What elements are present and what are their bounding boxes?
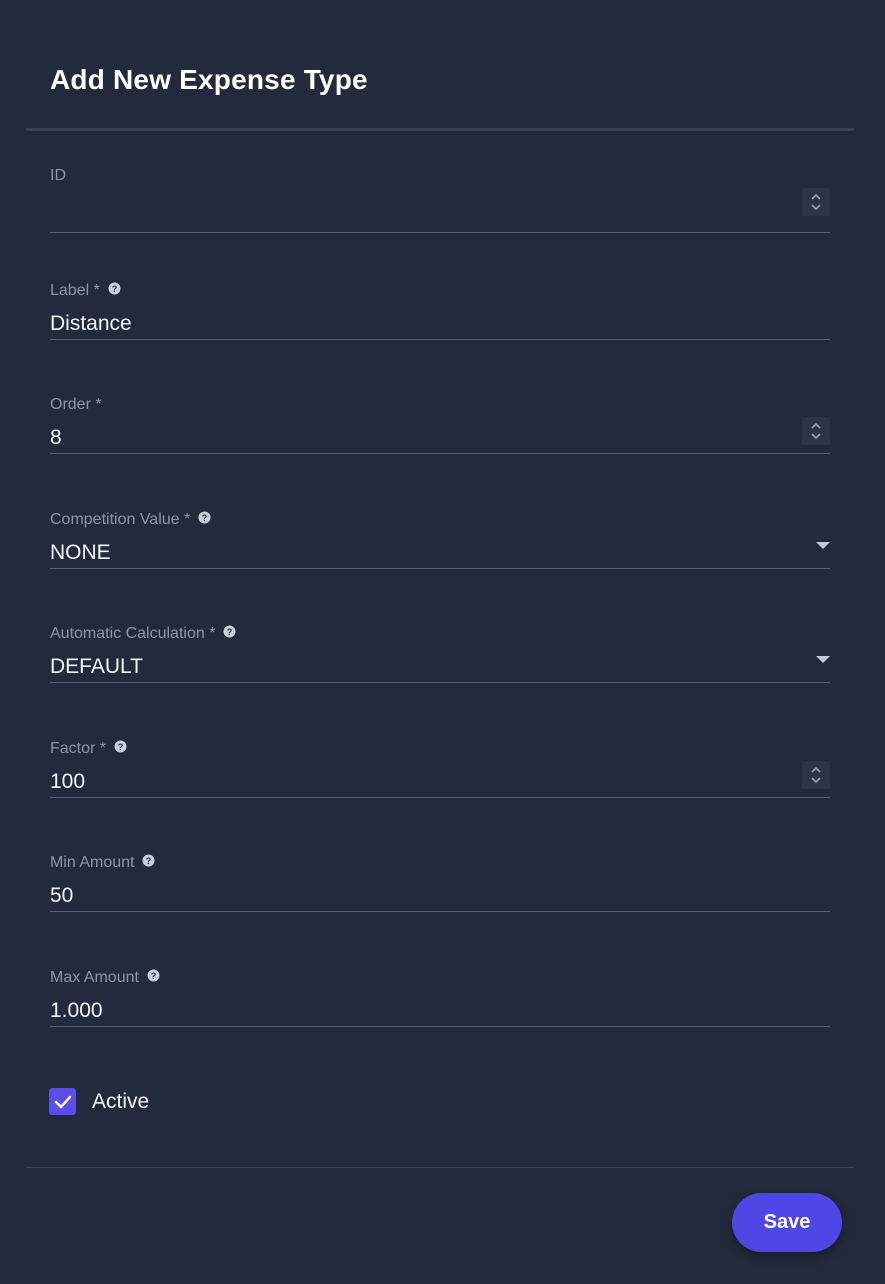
active-checkbox-row[interactable]: Active	[49, 1088, 149, 1115]
chevron-up-down-icon	[811, 422, 821, 440]
svg-text:?: ?	[112, 284, 118, 294]
max-amount-underline	[50, 1026, 830, 1027]
label-field[interactable]: Label * ? Distance	[50, 282, 830, 396]
svg-text:?: ?	[151, 971, 157, 981]
chevron-up-down-icon	[811, 766, 821, 784]
factor-field[interactable]: Factor * ? 100	[50, 740, 830, 854]
help-circle-icon[interactable]: ?	[198, 511, 211, 524]
competition-value-select[interactable]: NONE	[50, 541, 111, 565]
automatic-calculation-underline	[50, 682, 830, 683]
help-circle-icon[interactable]: ?	[114, 740, 127, 753]
active-label[interactable]: Active	[92, 1090, 149, 1114]
competition-value-label: Competition Value * ?	[50, 511, 211, 529]
automatic-calculation-select[interactable]: DEFAULT	[50, 655, 143, 679]
order-underline	[50, 453, 830, 454]
save-button[interactable]: Save	[732, 1193, 842, 1252]
factor-spinner[interactable]	[802, 761, 830, 789]
min-amount-input[interactable]: 50	[50, 884, 73, 908]
add-expense-type-dialog: Add New Expense Type ID Label * ? Distan…	[0, 0, 885, 1284]
min-amount-label: Min Amount ?	[50, 854, 155, 872]
svg-text:?: ?	[146, 856, 152, 866]
id-spinner[interactable]	[802, 188, 830, 216]
competition-value-field[interactable]: Competition Value * ? NONE	[50, 511, 830, 625]
svg-text:?: ?	[227, 627, 233, 637]
automatic-calculation-field[interactable]: Automatic Calculation * ? DEFAULT	[50, 625, 830, 739]
check-icon	[54, 1095, 71, 1108]
chevron-up-down-icon	[811, 193, 821, 211]
label-input[interactable]: Distance	[50, 312, 132, 336]
order-label: Order *	[50, 396, 102, 413]
svg-text:?: ?	[118, 742, 124, 752]
help-circle-icon[interactable]: ?	[108, 282, 121, 295]
factor-underline	[50, 797, 830, 798]
help-circle-icon[interactable]: ?	[147, 969, 160, 982]
id-underline	[50, 232, 830, 233]
automatic-calculation-label: Automatic Calculation * ?	[50, 625, 236, 643]
order-field[interactable]: Order * 8	[50, 396, 830, 510]
label-underline	[50, 339, 830, 340]
id-label: ID	[50, 167, 66, 184]
label-label: Label * ?	[50, 282, 121, 300]
factor-label: Factor * ?	[50, 740, 127, 758]
caret-down-icon[interactable]	[816, 542, 830, 549]
footer-divider	[26, 1167, 854, 1168]
min-amount-field[interactable]: Min Amount ? 50	[50, 854, 830, 968]
svg-text:?: ?	[202, 513, 208, 523]
max-amount-label: Max Amount ?	[50, 969, 160, 987]
header-divider	[26, 128, 854, 131]
min-amount-underline	[50, 911, 830, 912]
factor-input[interactable]: 100	[50, 770, 85, 794]
competition-value-underline	[50, 568, 830, 569]
order-input[interactable]: 8	[50, 426, 62, 450]
order-spinner[interactable]	[802, 417, 830, 445]
max-amount-input[interactable]: 1.000	[50, 999, 103, 1023]
help-circle-icon[interactable]: ?	[142, 854, 155, 867]
id-field[interactable]: ID	[50, 167, 830, 281]
caret-down-icon[interactable]	[816, 656, 830, 663]
help-circle-icon[interactable]: ?	[223, 625, 236, 638]
dialog-title: Add New Expense Type	[50, 64, 368, 95]
max-amount-field[interactable]: Max Amount ? 1.000	[50, 969, 830, 1083]
active-checkbox[interactable]	[49, 1088, 76, 1115]
